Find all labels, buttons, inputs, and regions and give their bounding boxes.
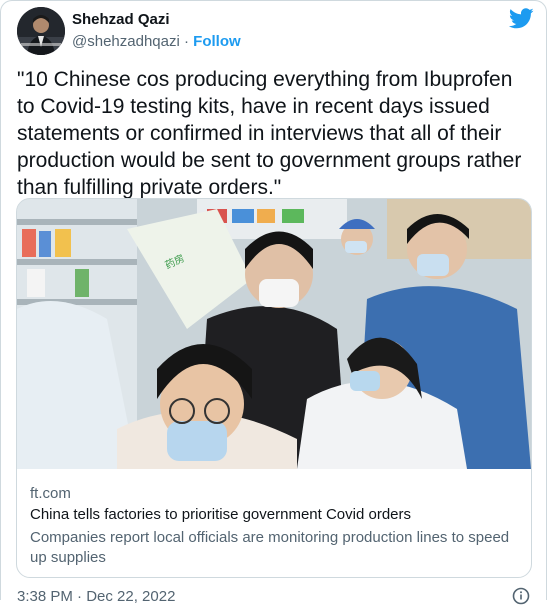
pharmacy-crowd-photo: 药房: [17, 199, 531, 469]
tweet-timestamp[interactable]: 3:38 PM · Dec 22, 2022: [17, 588, 175, 605]
author-handle[interactable]: @shehzadhqazi: [72, 33, 180, 50]
separator-dot: ·: [183, 33, 189, 50]
follow-button[interactable]: Follow: [193, 33, 241, 50]
info-icon[interactable]: [512, 587, 530, 605]
card-title[interactable]: China tells factories to prioritise gove…: [30, 506, 411, 523]
avatar[interactable]: [17, 7, 65, 55]
card-domain: ft.com: [30, 485, 71, 502]
tweet-text: "10 Chinese cos producing everything fro…: [17, 68, 522, 199]
author-handle-row: @shehzadhqazi · Follow: [72, 33, 241, 50]
twitter-bird-icon[interactable]: [509, 8, 534, 29]
author-name[interactable]: Shehzad Qazi: [72, 11, 170, 28]
link-card[interactable]: 药房 ft.com China tells factories to prior…: [16, 198, 532, 578]
card-description: Companies report local officials are mon…: [30, 529, 510, 566]
